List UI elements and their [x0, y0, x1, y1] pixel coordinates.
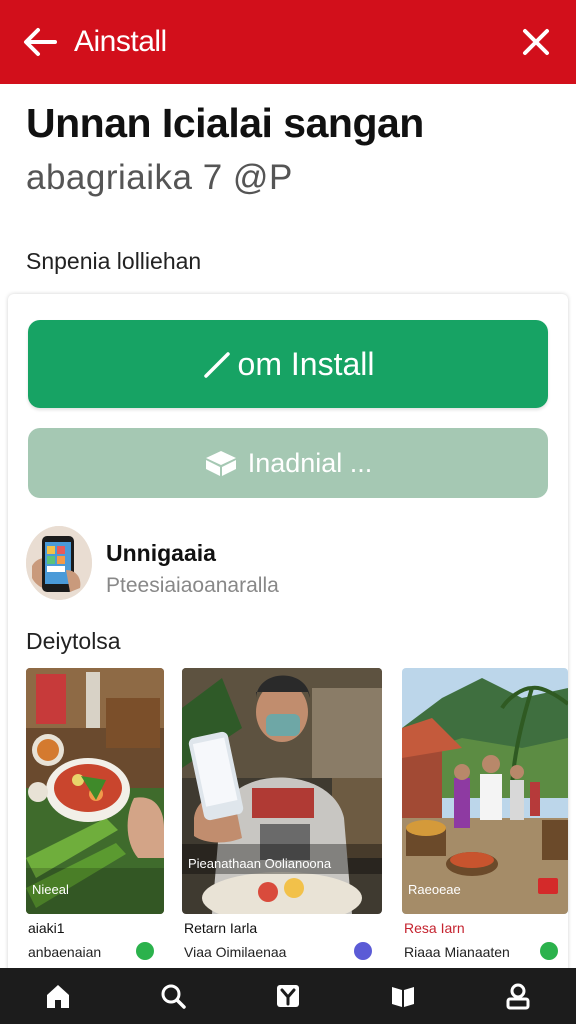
secondary-button-label: Inadnial ... — [247, 447, 373, 478]
developer-row[interactable]: Unnigaaia Pteesiaiaoanaralla — [26, 526, 546, 602]
gallery-item[interactable]: Pieanathaan Oolianoona Retarn Iarla Viaa… — [182, 668, 382, 968]
home-icon — [46, 985, 69, 1008]
developer-subtitle: Pteesiaiaoanaralla — [106, 574, 279, 597]
developer-avatar — [26, 526, 92, 600]
gallery-item-title: Resa Iarn — [404, 920, 465, 936]
nav-store[interactable] — [258, 968, 318, 1024]
developer-name: Unnigaaia — [106, 540, 216, 566]
package-icon — [205, 451, 236, 476]
profile-icon — [506, 983, 530, 1010]
install-card: om Install Inadnial ... Unnigaaia Pteesi… — [8, 294, 568, 984]
search-icon — [161, 984, 186, 1009]
gallery-label: Deiytolsa — [26, 628, 121, 654]
nav-profile[interactable] — [488, 968, 548, 1024]
top-app-bar: Ainstall — [0, 0, 576, 84]
section-label: Snpenia lolliehan — [26, 248, 202, 274]
close-icon — [523, 29, 549, 55]
nav-library[interactable] — [373, 968, 433, 1024]
badge-icon — [354, 942, 372, 960]
install-screen: Ainstall Unnan Icialai sangan abagriaika… — [0, 0, 576, 1024]
gallery-item-caption: Pieanathaan Oolianoona — [188, 856, 332, 871]
gallery-item-subtitle: Viaa Oimilaenaa — [184, 944, 287, 960]
close-button[interactable] — [516, 22, 556, 62]
gallery-item-title: Retarn Iarla — [184, 920, 258, 936]
app-title: Unnan Icialai sangan — [26, 100, 424, 146]
install-button-label: om Install — [237, 345, 375, 382]
gallery-item[interactable]: Raeoeae Resa Iarn Riaaa Mianaaten — [402, 668, 568, 968]
gallery-item-caption: Raeoeae — [408, 882, 461, 897]
store-icon — [276, 985, 299, 1007]
gallery-item[interactable]: Nieeal aiaki1 anbaenaian — [26, 668, 164, 968]
gallery-item-subtitle: anbaenaian — [28, 944, 102, 960]
badge-icon — [540, 942, 558, 960]
secondary-button[interactable]: Inadnial ... — [28, 428, 548, 498]
gallery-item-caption: Nieeal — [32, 882, 69, 897]
install-button[interactable]: om Install — [28, 320, 548, 408]
header-title: Ainstall — [74, 25, 167, 58]
app-subtitle: abagriaika 7 @P — [26, 158, 293, 197]
arrow-left-icon — [24, 28, 57, 56]
gallery-image-person: Pieanathaan Oolianoona — [182, 668, 382, 914]
nav-search[interactable] — [143, 968, 203, 1024]
gallery-image-market: Raeoeae — [402, 668, 568, 914]
bottom-navigation — [0, 968, 576, 1024]
gallery-item-title: aiaki1 — [28, 920, 65, 936]
check-icon — [203, 352, 230, 378]
library-icon — [392, 987, 415, 1007]
back-button[interactable] — [0, 0, 80, 84]
gallery-item-subtitle: Riaaa Mianaaten — [404, 944, 510, 960]
badge-icon — [136, 942, 154, 960]
nav-home[interactable] — [28, 968, 88, 1024]
gallery-image-food: Nieeal — [26, 668, 164, 914]
